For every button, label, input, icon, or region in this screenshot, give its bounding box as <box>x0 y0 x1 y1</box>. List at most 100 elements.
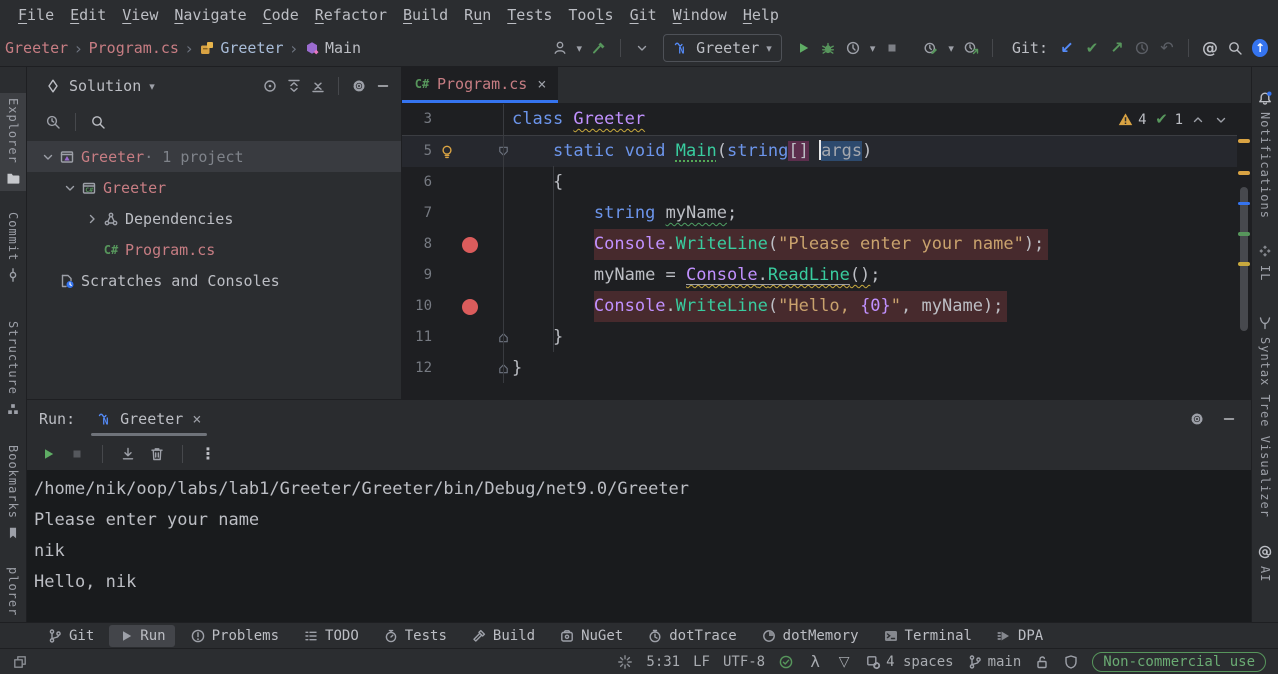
tool-window-button-dotmemory[interactable]: dotMemory <box>752 625 868 647</box>
tool-window-button-run[interactable]: Run <box>109 625 174 647</box>
gutter[interactable] <box>432 260 494 291</box>
gutter[interactable] <box>432 322 494 353</box>
tool-window-button-todo[interactable]: TODO <box>294 625 368 647</box>
menu-item-git[interactable]: Git <box>622 6 665 24</box>
chevron-down-icon[interactable] <box>61 180 79 196</box>
tool-window-button-dottrace[interactable]: dotTrace <box>638 625 745 647</box>
gutter[interactable] <box>432 353 494 384</box>
build-hammer-icon[interactable] <box>591 40 607 56</box>
stripe-item-plorer[interactable]: plorer <box>0 562 26 621</box>
menu-item-tools[interactable]: Tools <box>560 6 621 24</box>
git-commit-button[interactable]: ✔ <box>1084 40 1100 56</box>
inspections-status[interactable] <box>778 654 794 670</box>
chevron-right-icon[interactable] <box>83 211 101 227</box>
run-configuration-selector[interactable]: N Greeter ▾ <box>663 34 782 62</box>
tool-window-button-terminal[interactable]: Terminal <box>874 625 981 647</box>
stripe-item-explorer[interactable]: Explorer <box>0 93 26 191</box>
tree-row-program-cs[interactable]: C#Program.cs <box>27 234 401 265</box>
license-badge[interactable]: Non-commercial use <box>1092 652 1266 672</box>
rerun-button[interactable] <box>40 446 56 462</box>
tree-row-dependencies[interactable]: Dependencies <box>27 203 401 234</box>
stripe-item-ai[interactable]: AI <box>1252 539 1278 587</box>
user-dropdown-icon[interactable]: ▾ <box>577 42 583 55</box>
stripe-item-bookmarks[interactable]: Bookmarks <box>0 440 26 546</box>
gutter[interactable] <box>432 104 494 135</box>
line-separator[interactable]: LF <box>693 654 710 670</box>
breadcrumb-item-greeter[interactable]: Greeter <box>196 39 286 57</box>
intention-bulb-icon[interactable] <box>439 144 455 160</box>
menu-item-help[interactable]: Help <box>735 6 787 24</box>
ide-update-icon[interactable]: ↑ <box>1252 40 1268 56</box>
close-icon[interactable]: × <box>190 410 201 428</box>
gutter[interactable] <box>432 291 494 322</box>
hide-panel-icon[interactable] <box>375 78 391 94</box>
gutter[interactable] <box>432 136 494 167</box>
heap-allocations-toggle[interactable]: λ <box>807 654 823 670</box>
history-icon[interactable] <box>1134 40 1150 56</box>
run-tab-greeter[interactable]: N Greeter × <box>89 400 209 437</box>
run-console-output[interactable]: /home/nik/oop/labs/lab1/Greeter/Greeter/… <box>27 470 1251 622</box>
error-stripe[interactable] <box>1237 104 1251 399</box>
run-button[interactable] <box>795 40 811 56</box>
tool-window-button-tests[interactable]: Tests <box>374 625 456 647</box>
git-update-button[interactable]: ↙ <box>1059 40 1075 56</box>
indent-style[interactable]: 4 spaces <box>865 654 953 670</box>
profile-edit-icon[interactable] <box>923 40 939 56</box>
tree-row-greeter[interactable]: C#Greeter <box>27 172 401 203</box>
profiler-dropdown-icon[interactable]: ▾ <box>870 42 876 55</box>
solution-panel-title[interactable]: Solution <box>69 77 141 95</box>
file-encoding[interactable]: UTF-8 <box>723 654 765 670</box>
chevron-down-icon[interactable] <box>39 149 57 165</box>
menu-item-navigate[interactable]: Navigate <box>166 6 254 24</box>
background-progress[interactable] <box>617 654 633 670</box>
menu-item-view[interactable]: View <box>114 6 166 24</box>
user-icon[interactable] <box>552 40 568 56</box>
menu-item-run[interactable]: Run <box>456 6 499 24</box>
menu-item-refactor[interactable]: Refactor <box>307 6 395 24</box>
profiler-button[interactable] <box>845 40 861 56</box>
gutter[interactable] <box>432 198 494 229</box>
search-everywhere-icon[interactable] <box>1227 40 1243 56</box>
menu-item-window[interactable]: Window <box>665 6 735 24</box>
stop-button[interactable] <box>69 446 85 462</box>
prev-problem-icon[interactable] <box>1190 112 1206 128</box>
code-area[interactable]: 3class Greeter5 static void Main(string[… <box>402 104 1251 399</box>
gutter[interactable] <box>432 167 494 198</box>
collapse-all-icon[interactable] <box>310 78 326 94</box>
gutter[interactable] <box>432 229 494 260</box>
stripe-item-commit[interactable]: Commit <box>0 207 26 288</box>
select-opened-file-icon[interactable] <box>45 114 61 130</box>
stripe-item-notifications[interactable]: Notifications <box>1252 85 1278 224</box>
gear-icon[interactable] <box>1189 411 1205 427</box>
clear-console-icon[interactable] <box>149 446 165 462</box>
breadcrumb-item-program-cs[interactable]: Program.cs <box>86 39 182 57</box>
editor-tab-program-cs[interactable]: C# Program.cs × <box>402 67 558 103</box>
chevron-down-icon[interactable] <box>634 40 650 56</box>
tree-row-scratches-and-consoles[interactable]: Scratches and Consoles <box>27 265 401 296</box>
expand-all-icon[interactable] <box>286 78 302 94</box>
menu-item-file[interactable]: File <box>10 6 62 24</box>
breakpoint[interactable] <box>462 237 478 253</box>
more-options-icon[interactable]: ⋮ <box>200 446 216 462</box>
gear-icon[interactable] <box>351 78 367 94</box>
search-icon[interactable] <box>90 114 106 130</box>
nabla-toggle[interactable]: ▽ <box>836 654 852 670</box>
stripe-item-il[interactable]: IL <box>1252 238 1278 286</box>
git-push-button[interactable]: ↗ <box>1109 40 1125 56</box>
menu-item-code[interactable]: Code <box>255 6 307 24</box>
menu-item-edit[interactable]: Edit <box>62 6 114 24</box>
profile-attach-icon[interactable] <box>963 40 979 56</box>
scroll-to-end-icon[interactable] <box>120 446 136 462</box>
tool-window-button-problems[interactable]: Problems <box>181 625 288 647</box>
close-icon[interactable]: × <box>534 75 546 93</box>
tool-window-button-build[interactable]: Build <box>462 625 544 647</box>
stop-button[interactable] <box>884 40 900 56</box>
inspection-widget[interactable]: 4 ✔ 1 <box>1117 104 1229 135</box>
menu-item-build[interactable]: Build <box>395 6 456 24</box>
breadcrumb-item-greeter[interactable]: Greeter <box>2 39 71 57</box>
solution-view-dropdown-icon[interactable]: ▾ <box>149 80 155 93</box>
breakpoint[interactable] <box>462 299 478 315</box>
caret-position[interactable]: 5:31 <box>646 654 680 670</box>
scrollbar-thumb[interactable] <box>1240 187 1248 331</box>
next-problem-icon[interactable] <box>1213 112 1229 128</box>
